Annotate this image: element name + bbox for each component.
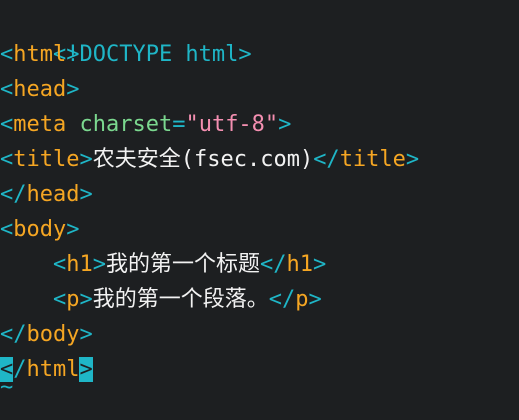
- code-line-meta: <meta charset="utf-8">: [0, 112, 292, 137]
- h1-close-tag-name: h1: [286, 252, 314, 277]
- code-editor[interactable]: <!DOCTYPE html> <html> <head> <meta char…: [0, 0, 519, 420]
- head-tag-name: head: [13, 77, 67, 102]
- matching-bracket-highlight: >: [79, 357, 93, 382]
- code-line-html-close: </html>: [0, 357, 93, 382]
- code-line-head-close: </head>: [0, 182, 93, 207]
- title-open-tag-name: title: [13, 147, 80, 172]
- h1-open-tag-name: h1: [66, 252, 93, 277]
- code-line-html-open: <html>: [0, 42, 80, 67]
- p-text: 我的第一个段落。: [92, 287, 269, 312]
- code-line-p: <p>我的第一个段落。</p>: [52, 287, 322, 312]
- title-close-tag-name: title: [339, 147, 406, 172]
- empty-line-tilde: ~: [0, 375, 14, 400]
- code-line-head-open: <head>: [0, 77, 80, 102]
- p-open-tag-name: p: [66, 287, 80, 312]
- title-text: 农夫安全(fsec.com): [92, 147, 314, 172]
- charset-attribute: charset: [79, 112, 173, 137]
- html-tag-name: html: [13, 42, 67, 67]
- head-close-tag-name: head: [26, 182, 80, 207]
- doctype-declaration: <!DOCTYPE html>: [52, 42, 252, 67]
- html-close-tag-name: html: [26, 357, 80, 382]
- code-line-h1: <h1>我的第一个标题</h1>: [52, 252, 327, 277]
- code-line-title: <title>农夫安全(fsec.com)</title>: [0, 147, 420, 172]
- code-line-empty-marker: ~: [0, 376, 13, 400]
- body-open-tag-name: body: [13, 217, 67, 242]
- code-line-body-open: <body>: [0, 217, 80, 242]
- code-line-body-close: </body>: [0, 322, 93, 347]
- p-close-tag-name: p: [295, 287, 309, 312]
- h1-text: 我的第一个标题: [105, 252, 260, 277]
- charset-value: "utf-8": [185, 112, 279, 137]
- body-close-tag-name: body: [26, 322, 80, 347]
- meta-tag-name: meta: [13, 112, 67, 137]
- code-line-doctype: <!DOCTYPE html>: [0, 2, 252, 67]
